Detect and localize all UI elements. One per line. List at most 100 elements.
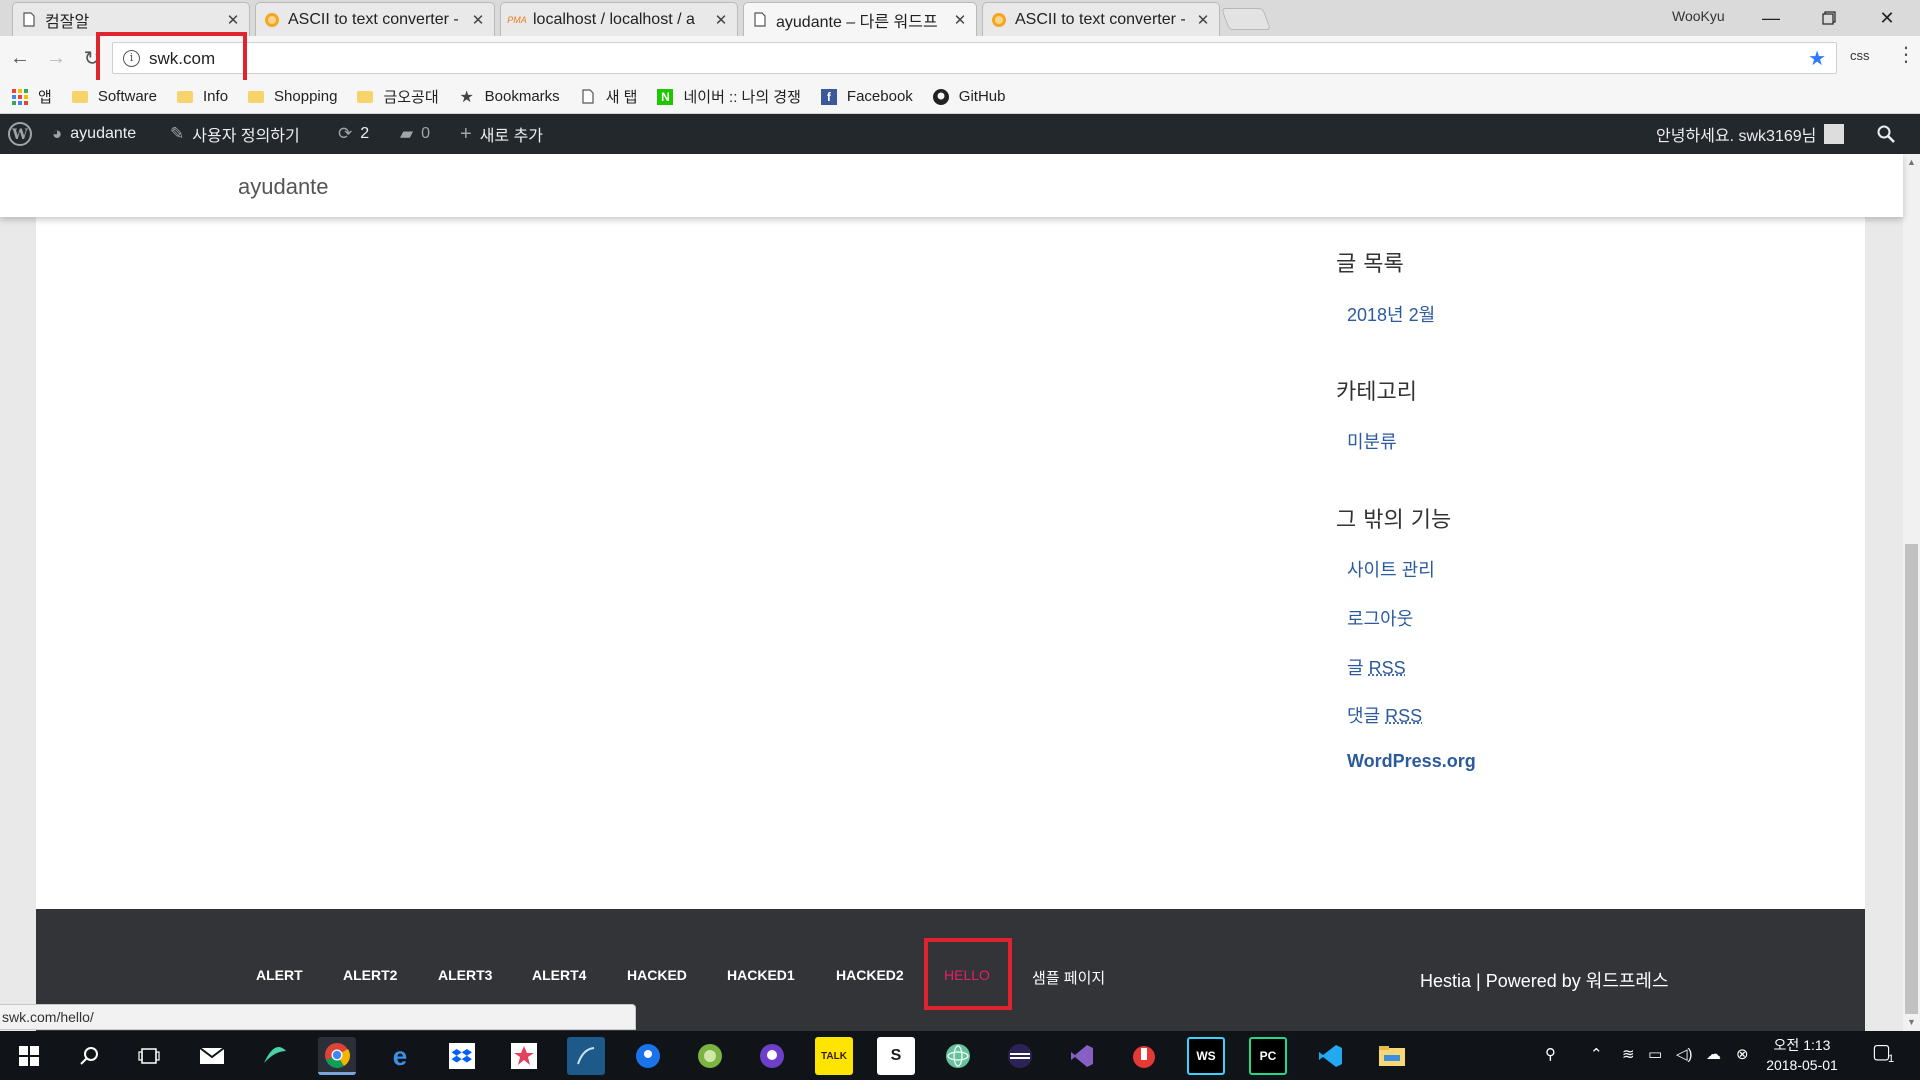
filmora-icon[interactable] xyxy=(256,1037,294,1075)
tab-4[interactable]: ayudante – 다른 워드프 ✕ xyxy=(743,2,977,36)
restore-icon[interactable] xyxy=(1806,4,1852,32)
plus-icon: + xyxy=(460,122,472,145)
slack-note-icon[interactable]: S xyxy=(877,1037,915,1075)
search-icon[interactable] xyxy=(1868,114,1904,154)
wifi-icon[interactable]: ≋ xyxy=(1622,1045,1635,1063)
footer-menu-alert[interactable]: ALERT xyxy=(256,967,303,983)
profile-name[interactable]: WooKyu xyxy=(1672,8,1725,24)
vscode-icon[interactable] xyxy=(1311,1037,1349,1075)
chrome-icon[interactable] xyxy=(318,1037,356,1075)
visual-studio-icon[interactable] xyxy=(1063,1037,1101,1075)
footer-menu-hacked[interactable]: HACKED xyxy=(627,967,687,983)
category-link[interactable]: 미분류 xyxy=(1347,428,1397,454)
eclipse-icon[interactable] xyxy=(1001,1037,1039,1075)
footer-menu-sample-page[interactable]: 샘플 페이지 xyxy=(1032,967,1105,988)
wp-site-menu[interactable]: ◕ ayudante xyxy=(52,114,136,154)
svg-text:W: W xyxy=(11,127,28,143)
folder-icon xyxy=(177,89,194,105)
task-view-icon[interactable] xyxy=(130,1037,168,1075)
scroll-down-arrow-icon[interactable]: ▼ xyxy=(1903,1014,1920,1031)
menu-kebab-icon[interactable]: ⋮ xyxy=(1896,42,1916,67)
forward-arrow-icon[interactable]: → xyxy=(42,44,70,72)
webstorm-icon[interactable]: WS xyxy=(1187,1037,1225,1075)
close-window-icon[interactable]: ✕ xyxy=(1864,4,1910,32)
wp-account-menu[interactable]: 안녕하세요. swk3169님 xyxy=(1656,114,1845,154)
maps-icon[interactable] xyxy=(629,1037,667,1075)
bookmark-new-tab[interactable]: 새 탭 xyxy=(580,86,637,107)
volume-icon[interactable]: ◁) xyxy=(1676,1045,1693,1063)
site-admin-link[interactable]: 사이트 관리 xyxy=(1347,556,1435,582)
footer-menu-alert4[interactable]: ALERT4 xyxy=(532,967,586,983)
archive-link[interactable]: 2018년 2월 xyxy=(1347,301,1435,327)
scrollbar-thumb[interactable] xyxy=(1905,544,1918,1014)
bookmark-software[interactable]: Software xyxy=(71,88,157,105)
wp-new-content[interactable]: + 새로 추가 xyxy=(460,114,543,154)
css-extension-icon[interactable]: css xyxy=(1850,48,1870,63)
footer-menu-hacked1[interactable]: HACKED1 xyxy=(727,967,795,983)
bookmark-kumoh[interactable]: 금오공대 xyxy=(357,86,439,107)
photo-app-icon[interactable] xyxy=(505,1037,543,1075)
bookmark-label: 금오공대 xyxy=(383,89,439,106)
back-arrow-icon[interactable]: ← xyxy=(6,44,34,72)
wp-comments[interactable]: ▰ 0 xyxy=(400,114,430,154)
posts-rss-link[interactable]: 글 RSS xyxy=(1347,654,1406,680)
wordpress-logo-icon[interactable]: W xyxy=(8,114,32,154)
tab-5[interactable]: ASCII to text converter - ✕ xyxy=(982,2,1220,36)
bookmark-info[interactable]: Info xyxy=(177,88,228,105)
taskbar-clock[interactable]: 오전 1:13 2018-05-01 xyxy=(1760,1035,1844,1075)
kakaotalk-icon[interactable]: TALK xyxy=(815,1037,853,1075)
close-circle-icon[interactable]: ⊗ xyxy=(1736,1045,1749,1063)
footer-menu-alert2[interactable]: ALERT2 xyxy=(343,967,397,983)
edge-icon[interactable]: e xyxy=(381,1037,419,1075)
wordpress-org-link[interactable]: WordPress.org xyxy=(1347,751,1476,772)
address-bar[interactable]: i swk.com ★ xyxy=(112,42,1837,74)
bookmark-github[interactable]: GitHub xyxy=(932,88,1005,105)
logout-link[interactable]: 로그아웃 xyxy=(1347,605,1413,631)
dropbox-icon[interactable] xyxy=(443,1037,481,1075)
battery-icon[interactable]: ▭ xyxy=(1648,1045,1662,1063)
people-icon[interactable]: ⚲ xyxy=(1545,1045,1556,1063)
mysql-workbench-icon[interactable] xyxy=(567,1037,605,1075)
tab-1[interactable]: 컴잘알 ✕ xyxy=(12,2,250,36)
close-icon[interactable]: ✕ xyxy=(952,11,968,29)
page-scrollbar[interactable]: ▲ ▼ xyxy=(1903,154,1920,1031)
bookmark-label: Facebook xyxy=(846,88,913,105)
close-icon[interactable]: ✕ xyxy=(713,11,729,29)
wp-customize[interactable]: ✎ 사용자 정의하기 xyxy=(170,114,300,154)
footer-menu-alert3[interactable]: ALERT3 xyxy=(438,967,492,983)
bookmark-bookmarks[interactable]: ★ Bookmarks xyxy=(459,88,559,106)
mail-icon[interactable] xyxy=(193,1037,231,1075)
wp-updates[interactable]: ⟳ 2 xyxy=(338,114,369,154)
github-desktop-icon[interactable] xyxy=(753,1037,791,1075)
onedrive-icon[interactable]: ☁ xyxy=(1706,1045,1721,1063)
bookmarks-bar: 앱 Software Info Shopping 금오공대 ★ Bookmarks… xyxy=(0,80,1920,114)
bandizip-icon[interactable] xyxy=(1125,1037,1163,1075)
minimize-icon[interactable]: — xyxy=(1748,4,1794,32)
site-title[interactable]: ayudante xyxy=(238,174,329,200)
android-studio-icon[interactable] xyxy=(691,1037,729,1075)
atom-icon[interactable] xyxy=(939,1037,977,1075)
comments-rss-link[interactable]: 댓글 RSS xyxy=(1347,702,1422,728)
file-explorer-icon[interactable] xyxy=(1373,1037,1411,1075)
bookmark-apps[interactable]: 앱 xyxy=(12,86,52,107)
bookmark-facebook[interactable]: f Facebook xyxy=(820,88,913,105)
tab-3[interactable]: PMA localhost / localhost / a ✕ xyxy=(500,2,738,36)
close-icon[interactable]: ✕ xyxy=(470,11,486,29)
new-tab-button[interactable] xyxy=(1220,8,1272,30)
chevron-up-icon[interactable]: ⌃ xyxy=(1590,1045,1603,1063)
close-icon[interactable]: ✕ xyxy=(225,11,241,29)
bookmark-naver[interactable]: N 네이버 :: 나의 경쟁 xyxy=(657,86,801,107)
wp-updates-count: 2 xyxy=(360,125,370,142)
star-icon: ★ xyxy=(459,88,474,106)
scroll-up-arrow-icon[interactable]: ▲ xyxy=(1903,154,1920,171)
pycharm-icon[interactable]: PC xyxy=(1249,1037,1287,1075)
tab-title: localhost / localhost / a xyxy=(533,10,695,28)
windows-start-icon[interactable] xyxy=(10,1037,48,1075)
close-icon[interactable]: ✕ xyxy=(1195,11,1211,29)
comments-rss-abbr: RSS xyxy=(1385,706,1423,726)
footer-menu-hacked2[interactable]: HACKED2 xyxy=(836,967,904,983)
search-icon[interactable] xyxy=(70,1037,108,1075)
bookmark-shopping[interactable]: Shopping xyxy=(248,88,337,105)
tab-2[interactable]: ASCII to text converter - ✕ xyxy=(255,2,495,36)
bookmark-star-icon[interactable]: ★ xyxy=(1808,46,1826,71)
